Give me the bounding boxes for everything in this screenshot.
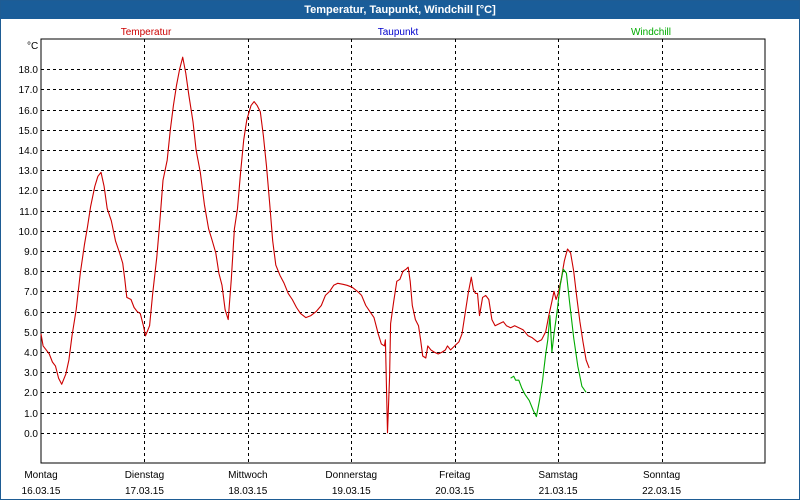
y-tick-label: 6.0 xyxy=(24,308,38,319)
x-tick-weekday: Sonntag xyxy=(643,470,680,481)
y-tick-label: 12.0 xyxy=(19,186,39,197)
y-tick-label: 15.0 xyxy=(19,126,39,137)
x-tick-date: 18.03.15 xyxy=(228,486,267,497)
x-tick-weekday: Dienstag xyxy=(125,470,164,481)
y-tick-label: 5.0 xyxy=(24,328,38,339)
y-tick-label: 2.0 xyxy=(24,388,38,399)
x-tick-weekday: Freitag xyxy=(439,470,470,481)
y-tick-label: 17.0 xyxy=(19,85,39,96)
x-tick-date: 17.03.15 xyxy=(125,486,164,497)
x-tick-date: 20.03.15 xyxy=(435,486,474,497)
y-tick-label: 3.0 xyxy=(24,368,38,379)
chart-canvas: 0.0 1.0 2.0 3.0 4.0 5.0 6.0 7.0 8.0 9.0 10.0 11.0 12… xyxy=(19,27,766,497)
x-tick-date: 16.03.15 xyxy=(22,486,61,497)
x-tick-weekday: Montag xyxy=(24,470,57,481)
x-tick-weekday: Donnerstag xyxy=(325,470,377,481)
y-tick-label: 18.0 xyxy=(19,65,39,76)
x-tick-weekday: Samstag xyxy=(538,470,577,481)
y-tick-label: 16.0 xyxy=(19,106,39,117)
y-axis-label: °C xyxy=(27,41,38,52)
y-tick-label: 14.0 xyxy=(19,146,39,157)
x-tick-date: 19.03.15 xyxy=(332,486,371,497)
x-tick-date: 21.03.15 xyxy=(539,486,578,497)
y-tick-label: 10.0 xyxy=(19,227,39,238)
y-tick-label: 11.0 xyxy=(19,207,38,218)
x-tick-date: 22.03.15 xyxy=(642,486,681,497)
y-tick-label: 1.0 xyxy=(24,409,38,420)
y-tick-label: 7.0 xyxy=(24,287,38,298)
y-tick-label: 4.0 xyxy=(24,348,38,359)
y-tick-label: 8.0 xyxy=(24,267,38,278)
chart-window: Temperatur, Taupunkt, Windchill [°C] 0.0… xyxy=(0,0,800,500)
y-tick-label: 13.0 xyxy=(19,166,39,177)
legend-taupunkt: Taupunkt xyxy=(378,27,419,38)
legend-temperatur: Temperatur xyxy=(121,27,172,38)
legend-windchill: Windchill xyxy=(631,27,671,38)
y-tick-label: 9.0 xyxy=(24,247,38,258)
x-tick-weekday: Mittwoch xyxy=(228,470,267,481)
y-tick-label: 0.0 xyxy=(24,429,38,440)
